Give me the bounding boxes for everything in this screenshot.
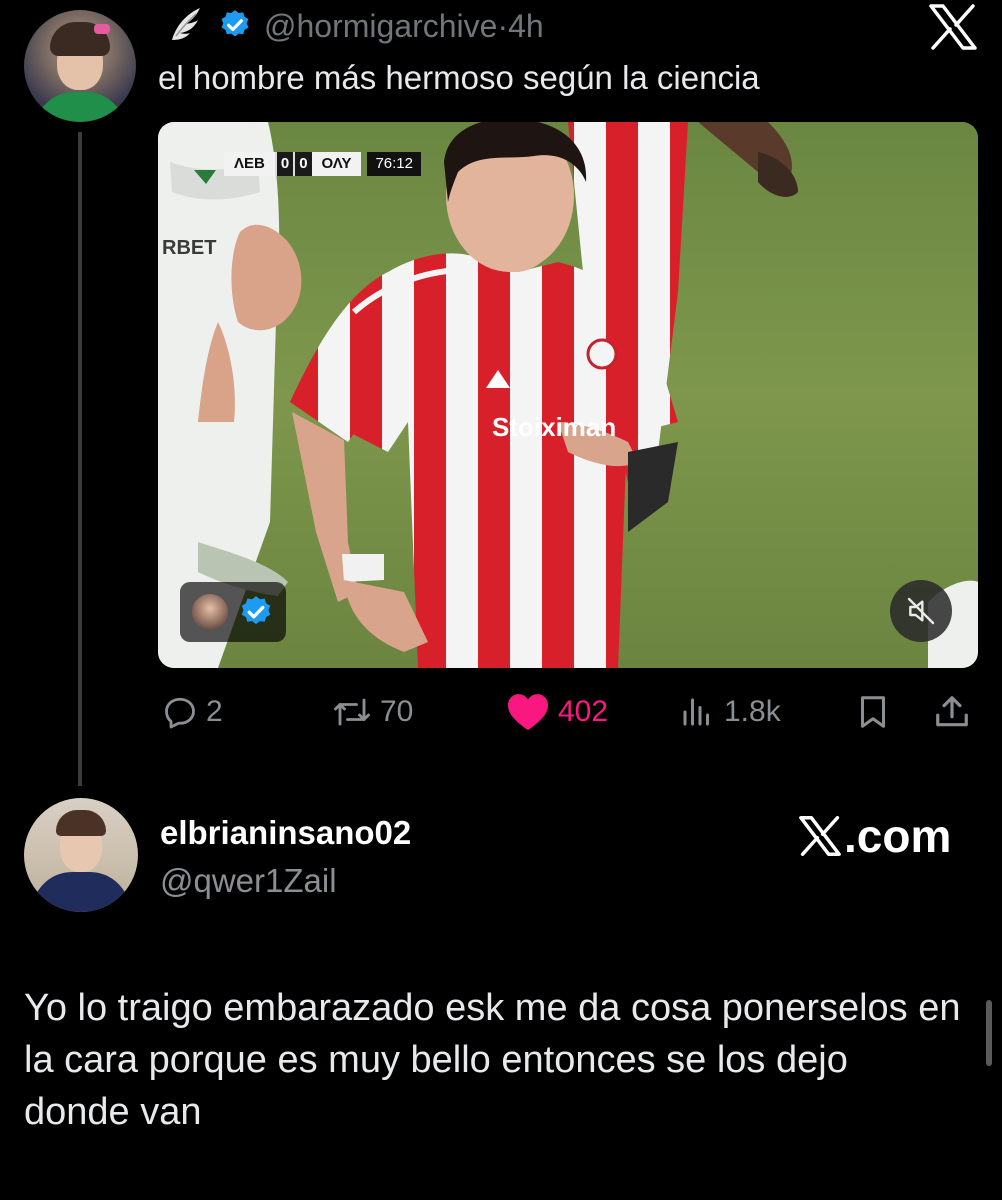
reply-display-name[interactable]: elbrianinsano02: [160, 814, 411, 852]
like-button[interactable]: 402: [506, 692, 608, 732]
share-button[interactable]: [932, 692, 980, 732]
thread-connector-line: [78, 132, 82, 786]
mute-icon: [907, 597, 935, 625]
svg-text:RBET: RBET: [162, 237, 216, 259]
media-source-badge[interactable]: [180, 582, 286, 642]
views-icon: [683, 698, 709, 726]
reply-count: 2: [206, 695, 223, 728]
bookmark-icon: [861, 696, 885, 728]
verified-icon: [221, 10, 249, 37]
away-score: 0: [293, 152, 312, 176]
verified-icon: [241, 596, 271, 625]
author-avatar[interactable]: [24, 10, 136, 122]
match-clock: 76:12: [367, 152, 421, 176]
away-team: ΟΛΥ: [311, 152, 362, 176]
match-scoreboard: ΛΕΒ 0 0 ΟΛΥ 76:12: [224, 152, 421, 176]
wing-icon: [172, 8, 200, 40]
reply-button[interactable]: 2: [162, 692, 223, 732]
tweet-time[interactable]: 4h: [508, 8, 544, 44]
reply-author-avatar[interactable]: [24, 798, 138, 912]
share-icon: [936, 696, 968, 727]
x-com-brand: .com: [798, 808, 951, 864]
retweet-count: 70: [380, 695, 414, 728]
like-count: 402: [558, 695, 609, 728]
brand-domain: .com: [844, 810, 952, 862]
reply-handle[interactable]: @qwer1Zail: [160, 862, 337, 900]
scrollbar[interactable]: [986, 1000, 992, 1066]
author-handle[interactable]: @hormigarchive: [264, 8, 497, 44]
tweet-video[interactable]: RBET Stoiximan ΛΕΒ 0 0 ΟΛΥ 76:12: [158, 122, 978, 668]
source-avatar: [192, 594, 228, 630]
tweet-text: el hombre más hermoso según la ciencia: [158, 59, 760, 96]
tweet-meta: @hormigarchive·4h: [264, 6, 544, 46]
mute-button[interactable]: [890, 580, 952, 642]
reply-icon: [165, 697, 195, 729]
bookmark-button[interactable]: [856, 692, 898, 732]
retweet-button[interactable]: 70: [332, 692, 413, 732]
retweet-icon: [334, 698, 370, 726]
x-logo-icon: [799, 816, 841, 856]
reply-text: Yo lo traigo embarazado esk me da cosa p…: [24, 987, 961, 1133]
sponsor-text: Stoiximan: [492, 412, 616, 442]
x-logo-icon: [929, 4, 977, 50]
heart-icon: [508, 694, 548, 731]
meta-separator: ·: [497, 8, 509, 44]
home-team: ΛΕΒ: [224, 152, 275, 176]
views-button[interactable]: 1.8k: [678, 692, 781, 732]
home-score: 0: [274, 152, 294, 176]
view-count: 1.8k: [724, 695, 781, 728]
